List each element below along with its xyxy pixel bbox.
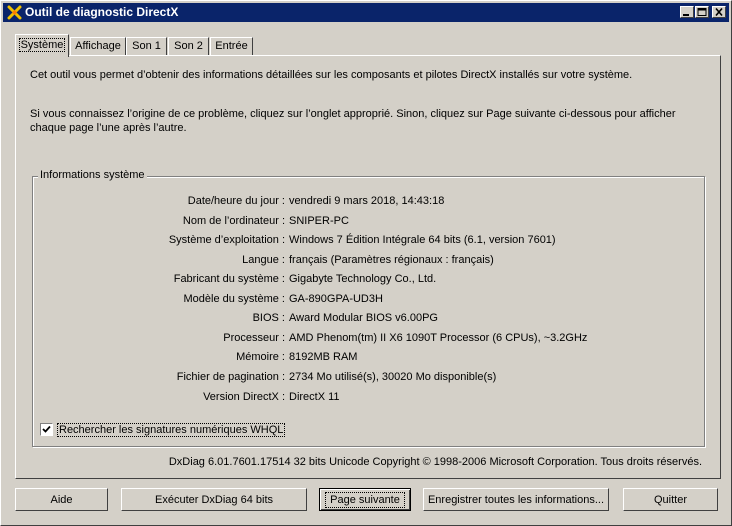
info-label: Système d’exploitation : — [168, 234, 285, 246]
dxdiag-window: Outil de diagnostic DirectX Système Affi… — [0, 0, 732, 526]
close-icon — [715, 8, 723, 16]
tab-entree[interactable]: Entrée — [210, 37, 253, 55]
info-value: Award Modular BIOS v6.00PG — [289, 312, 438, 324]
info-label: Date/heure du jour : — [187, 195, 285, 207]
info-label: Fichier de pagination : — [176, 371, 285, 383]
button-label: Aide — [50, 493, 73, 506]
info-row-memory: Mémoire : 8192MB RAM — [33, 350, 706, 364]
close-button[interactable] — [712, 6, 726, 18]
title-bar[interactable]: Outil de diagnostic DirectX — [3, 3, 729, 22]
window-title: Outil de diagnostic DirectX — [25, 5, 179, 19]
help-button[interactable]: Aide — [15, 488, 108, 511]
tab-label: Affichage — [75, 40, 121, 52]
tab-son-1[interactable]: Son 1 — [126, 37, 167, 55]
intro-text-1: Cet outil vous permet d’obtenir des info… — [30, 69, 633, 81]
maximize-icon — [697, 8, 707, 16]
system-info-group: Informations système Date/heure du jour … — [32, 169, 706, 447]
version-copyright-text: DxDiag 6.01.7601.17514 32 bits Unicode C… — [168, 456, 702, 468]
info-value: 8192MB RAM — [289, 351, 358, 363]
minimize-icon — [683, 14, 689, 16]
info-label: Nom de l’ordinateur : — [182, 215, 285, 227]
info-row-language: Langue : français (Paramètres régionaux … — [33, 253, 706, 267]
info-value: vendredi 9 mars 2018, 14:43:18 — [289, 195, 445, 207]
info-value: GA-890GPA-UD3H — [289, 293, 383, 305]
info-value: SNIPER-PC — [289, 215, 349, 227]
checkbox-box[interactable] — [40, 423, 53, 436]
button-label: Enregistrer toutes les informations... — [427, 493, 605, 506]
tab-label: Entrée — [215, 40, 248, 52]
maximize-button[interactable] — [695, 6, 709, 18]
run-64bit-button[interactable]: Exécuter DxDiag 64 bits — [121, 488, 307, 511]
info-row-manufacturer: Fabricant du système : Gigabyte Technolo… — [33, 272, 706, 286]
checkmark-icon — [42, 425, 51, 433]
button-label: Exécuter DxDiag 64 bits — [155, 493, 273, 506]
info-row-pagefile: Fichier de pagination : 2734 Mo utilisé(… — [33, 370, 706, 384]
info-row-bios: BIOS : Award Modular BIOS v6.00PG — [33, 311, 706, 325]
info-value: DirectX 11 — [289, 391, 340, 403]
info-label: Modèle du système : — [183, 293, 286, 305]
info-row-datetime: Date/heure du jour : vendredi 9 mars 201… — [33, 194, 706, 208]
info-row-model: Modèle du système : GA-890GPA-UD3H — [33, 292, 706, 306]
info-label: Langue : — [242, 254, 285, 266]
info-label: Fabricant du système : — [173, 273, 285, 285]
info-row-os: Système d’exploitation : Windows 7 Éditi… — [33, 233, 706, 247]
tab-son-2[interactable]: Son 2 — [168, 37, 209, 55]
directx-icon — [7, 5, 22, 20]
info-label: BIOS : — [252, 312, 285, 324]
info-value: Windows 7 Édition Intégrale 64 bits (6.1… — [289, 234, 556, 246]
info-value: Gigabyte Technology Co., Ltd. — [289, 273, 437, 285]
save-all-info-button[interactable]: Enregistrer toutes les informations... — [423, 488, 609, 511]
info-row-processor: Processeur : AMD Phenom(tm) II X6 1090T … — [33, 331, 706, 345]
intro-text-2: Si vous connaissez l’origine de ce probl… — [30, 108, 676, 134]
system-tab-panel: Cet outil vous permet d’obtenir des info… — [15, 55, 721, 479]
group-title: Informations système — [38, 169, 147, 181]
minimize-button[interactable] — [680, 6, 694, 18]
info-label: Version DirectX : — [203, 391, 285, 403]
info-value: AMD Phenom(tm) II X6 1090T Processor (6 … — [289, 332, 588, 344]
tab-systeme[interactable]: Système — [15, 34, 69, 57]
tab-label: Son 1 — [132, 40, 161, 52]
tab-affichage[interactable]: Affichage — [70, 37, 126, 55]
info-label: Mémoire : — [236, 351, 285, 363]
info-label: Processeur : — [223, 332, 285, 344]
info-row-computer-name: Nom de l’ordinateur : SNIPER-PC — [33, 214, 706, 228]
button-label: Quitter — [653, 493, 687, 506]
info-value: français (Paramètres régionaux : françai… — [289, 254, 494, 266]
info-row-directx-version: Version DirectX : DirectX 11 — [33, 390, 706, 404]
info-value: 2734 Mo utilisé(s), 30020 Mo disponible(… — [289, 371, 497, 383]
tab-label: Système — [18, 38, 66, 52]
next-page-button[interactable]: Page suivante — [319, 488, 411, 511]
whql-checkbox-label[interactable]: Rechercher les signatures numériques WHQ… — [57, 423, 286, 437]
quit-button[interactable]: Quitter — [623, 488, 718, 511]
tab-label: Son 2 — [174, 40, 203, 52]
button-label: Page suivante — [325, 491, 405, 508]
